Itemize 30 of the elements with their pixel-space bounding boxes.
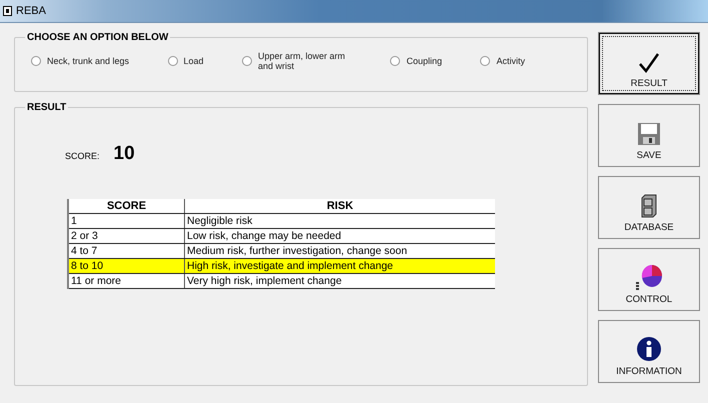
- control-button[interactable]: CONTROL: [598, 248, 700, 311]
- information-button[interactable]: INFORMATION: [598, 320, 700, 383]
- database-button[interactable]: DATABASE: [598, 176, 700, 239]
- radio-option[interactable]: Load: [168, 56, 204, 67]
- table-cell: 4 to 7: [68, 244, 184, 258]
- pie-chart-icon: [634, 264, 664, 290]
- table-cell: Low risk, change may be needed: [184, 228, 495, 244]
- radio-option[interactable]: Upper arm, lower arm and wrist: [242, 51, 352, 72]
- table-cell: Very high risk, implement change: [184, 274, 495, 288]
- info-icon: [636, 336, 662, 362]
- radio-option[interactable]: Activity: [480, 56, 525, 67]
- save-button[interactable]: SAVE: [598, 104, 700, 167]
- table-cell: Negligible risk: [184, 214, 495, 228]
- checkmark-icon: [638, 52, 660, 74]
- table-cell: High risk, investigate and implement change: [184, 258, 495, 274]
- score-label: SCORE:: [65, 151, 100, 161]
- table-cell: Medium risk, further investigation, change soon: [184, 244, 495, 258]
- result-button[interactable]: RESULT: [598, 32, 700, 95]
- radio-option[interactable]: Neck, trunk and legs: [31, 56, 130, 67]
- table-cell: 2 or 3: [68, 228, 184, 244]
- score-value: 10: [114, 143, 135, 165]
- group-title: CHOOSE AN OPTION BELOW: [26, 32, 170, 43]
- group-title: RESULT: [26, 102, 68, 113]
- app-icon: [3, 6, 12, 16]
- table-cell: 1: [68, 214, 184, 228]
- window-title: REBA: [16, 5, 46, 17]
- table-cell: 11 or more: [68, 274, 184, 288]
- filing-cabinet-icon: [641, 194, 657, 218]
- radio-option[interactable]: Coupling: [390, 56, 442, 67]
- table-cell: 8 to 10: [68, 258, 184, 274]
